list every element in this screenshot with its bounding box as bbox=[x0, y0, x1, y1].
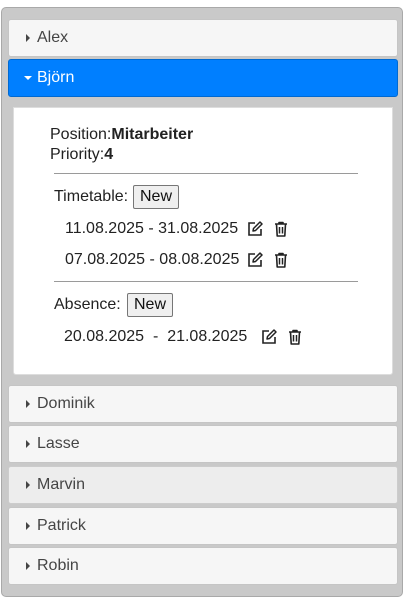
edit-icon[interactable] bbox=[246, 251, 264, 269]
accordion-panel-bjorn: Position:Mitarbeiter Priority:4 Timetabl… bbox=[13, 107, 393, 375]
timetable-range: 07.08.2025 - 08.08.2025 bbox=[65, 251, 240, 268]
timetable-label: Timetable: bbox=[54, 188, 129, 205]
divider bbox=[54, 173, 358, 174]
priority-value: 4 bbox=[104, 146, 114, 163]
person-name: Marvin bbox=[37, 476, 86, 493]
edit-icon[interactable] bbox=[246, 220, 264, 238]
accordion-header-dominik[interactable]: Dominik bbox=[8, 385, 398, 423]
divider bbox=[54, 281, 358, 282]
person-name: Dominik bbox=[37, 395, 95, 412]
accordion-header-patrick[interactable]: Patrick bbox=[8, 507, 398, 545]
position-label: Position: bbox=[50, 126, 112, 143]
person-name: Robin bbox=[37, 557, 79, 574]
absence-label: Absence: bbox=[54, 296, 121, 313]
caret-right-icon bbox=[26, 562, 30, 570]
person-name: Lasse bbox=[37, 435, 80, 452]
absence-new-button[interactable]: New bbox=[127, 293, 174, 317]
trash-icon[interactable] bbox=[272, 251, 290, 269]
accordion-header-bjorn[interactable]: Björn bbox=[8, 59, 398, 97]
accordion-header-alex[interactable]: Alex bbox=[8, 19, 398, 57]
caret-right-icon bbox=[26, 522, 30, 530]
caret-right-icon bbox=[26, 34, 30, 42]
caret-right-icon bbox=[26, 400, 30, 408]
timetable-new-button[interactable]: New bbox=[133, 185, 180, 209]
timetable-range: 11.08.2025 - 31.08.2025 bbox=[65, 220, 239, 237]
person-name: Alex bbox=[37, 29, 69, 46]
person-name: Björn bbox=[37, 69, 75, 86]
caret-right-icon bbox=[26, 481, 30, 489]
accordion-header-marvin[interactable]: Marvin bbox=[8, 466, 398, 504]
trash-icon[interactable] bbox=[272, 220, 290, 238]
edit-icon[interactable] bbox=[260, 328, 278, 346]
person-name: Patrick bbox=[37, 517, 86, 534]
position-line: Position:Mitarbeiter bbox=[50, 125, 193, 144]
priority-line: Priority:4 bbox=[50, 145, 113, 164]
accordion-header-robin[interactable]: Robin bbox=[8, 547, 398, 585]
trash-icon[interactable] bbox=[286, 328, 304, 346]
caret-right-icon bbox=[26, 440, 30, 448]
accordion-header-lasse[interactable]: Lasse bbox=[8, 425, 398, 463]
position-value: Mitarbeiter bbox=[111, 126, 194, 143]
absence-range: 20.08.2025 - 21.08.2025 bbox=[64, 328, 248, 345]
caret-down-icon bbox=[24, 76, 32, 80]
priority-label: Priority: bbox=[50, 146, 105, 163]
